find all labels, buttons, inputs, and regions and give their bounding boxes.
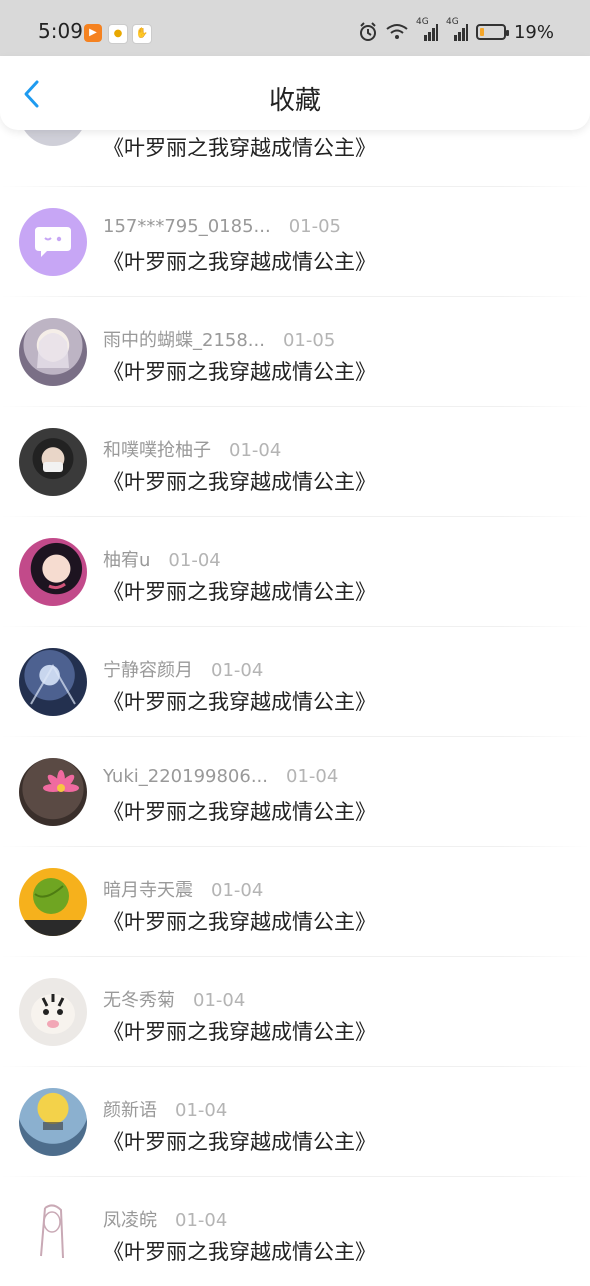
lotus-flower-avatar-icon [43, 770, 79, 792]
tennis-ball-avatar-icon [19, 878, 87, 936]
user-name-line: 宁静容颜月 01-04 [103, 656, 263, 682]
date: 01-04 [193, 990, 246, 1011]
network-type-label-1: 4G [415, 17, 429, 27]
novel-title: 《叶罗丽之我穿越成情公主》 [103, 1130, 376, 1154]
status-time: 5:09 [38, 19, 83, 43]
list-item[interactable]: 无冬秀菊 01-04 《叶罗丽之我穿越成情公主》 [0, 956, 590, 1066]
list-item[interactable]: Yuki_220199806... 01-04 《叶罗丽之我穿越成情公主》 [0, 736, 590, 846]
hot-air-balloon-avatar-icon [43, 1122, 63, 1130]
user-name[interactable]: 暗月寺天震 [103, 880, 193, 901]
hand-notification-icon: ✋ [132, 24, 152, 44]
user-name[interactable]: Yuki_220199806... [103, 766, 268, 787]
avatar [19, 208, 87, 276]
signal-2: 4G [446, 17, 468, 41]
avatar [19, 538, 87, 606]
signal-1: 4G [416, 17, 438, 41]
user-name[interactable]: 157***795_0185... [103, 216, 271, 237]
user-name-line: 157***795_0185... 01-05 [103, 216, 341, 237]
list-item[interactable]: 宁静容颜月 01-04 《叶罗丽之我穿越成情公主》 [0, 626, 590, 736]
avatar [19, 318, 87, 386]
battery-percent: 19% [513, 21, 554, 43]
user-name[interactable]: 无冬秀菊 [103, 990, 175, 1011]
user-name[interactable]: 雨中的蝴蝶_2158... [103, 330, 265, 351]
novel-title: 《叶罗丽之我穿越成情公主》 [103, 910, 376, 934]
avatar [19, 978, 87, 1046]
status-bar: 5:09 ▶ ● ✋ 4G 4G 19% [0, 0, 590, 56]
date: 01-05 [282, 330, 336, 351]
novel-title: 《叶罗丽之我穿越成情公主》 [103, 1240, 376, 1264]
video-app-notification-icon: ▶ [84, 24, 102, 42]
avatar [19, 1088, 87, 1156]
avatar [19, 428, 87, 496]
chat-bubble-icon [35, 227, 71, 257]
nav-bar: 收藏 [0, 56, 590, 130]
user-name-line: 无冬秀菊 01-04 [103, 986, 245, 1012]
date: 01-04 [175, 1210, 228, 1231]
page-title: 收藏 [268, 86, 321, 116]
novel-title: 《叶罗丽之我穿越成情公主》 [103, 1020, 376, 1044]
list-item[interactable]: 柚宥u 01-04 《叶罗丽之我穿越成情公主》 [0, 516, 590, 626]
user-name-line: 暗月寺天震 01-04 [103, 876, 263, 902]
user-name-line: 柚宥u 01-04 [103, 546, 221, 572]
user-name-line: 和噗噗抢柚子 01-04 [103, 436, 281, 462]
list-item[interactable]: 和噗噗抢柚子 01-04 《叶罗丽之我穿越成情公主》 [0, 406, 590, 516]
novel-title: 《叶罗丽之我穿越成情公主》 [103, 250, 376, 274]
list-item[interactable]: 凤凌皖 01-04 《叶罗丽之我穿越成情公主》 [0, 1176, 590, 1286]
person-photo-avatar-icon [48, 582, 66, 590]
anime-character-avatar-icon [30, 664, 76, 705]
avatar [19, 648, 87, 716]
list-item[interactable]: 157***795_0185... 01-05 《叶罗丽之我穿越成情公主》 [0, 186, 590, 296]
user-name[interactable]: 宁静容颜月 [103, 660, 193, 681]
novel-title: 《叶罗丽之我穿越成情公主》 [103, 470, 376, 494]
user-name-line: 颜新语 01-04 [103, 1096, 227, 1122]
date: 01-04 [211, 660, 264, 681]
network-type-label-2: 4G [445, 17, 459, 27]
anime-girl-avatar-icon [37, 333, 69, 368]
tiger-cub-avatar-icon [31, 994, 75, 1034]
date: 01-05 [288, 216, 341, 237]
date: 01-04 [168, 550, 221, 571]
date: 01-04 [286, 766, 339, 787]
person-photo-avatar-icon [43, 462, 63, 472]
list-item[interactable]: 暗月寺天震 01-04 《叶罗丽之我穿越成情公主》 [0, 846, 590, 956]
avatar [19, 1198, 87, 1266]
battery-icon [475, 24, 509, 40]
novel-title: 《叶罗丽之我穿越成情公主》 [103, 136, 376, 160]
date: 01-04 [229, 440, 282, 461]
battery-level [479, 28, 484, 36]
date: 01-04 [175, 1100, 228, 1121]
novel-title: 《叶罗丽之我穿越成情公主》 [103, 360, 376, 384]
app-notification-icon: ● [108, 24, 128, 44]
list-item[interactable]: 颜新语 01-04 《叶罗丽之我穿越成情公主》 [0, 1066, 590, 1176]
user-name-line: 凤凌皖 01-04 [103, 1206, 227, 1232]
user-name[interactable]: 凤凌皖 [103, 1210, 157, 1231]
alarm-icon [359, 22, 376, 41]
novel-title: 《叶罗丽之我穿越成情公主》 [103, 690, 376, 714]
wifi-icon [386, 24, 408, 39]
date: 01-04 [211, 880, 264, 901]
user-name-line: Yuki_220199806... 01-04 [103, 766, 338, 787]
user-name[interactable]: 和噗噗抢柚子 [103, 440, 211, 461]
user-name[interactable]: 柚宥u [103, 550, 150, 571]
user-name-line: 雨中的蝴蝶_2158... 01-05 [103, 326, 335, 352]
avatar [19, 868, 87, 936]
avatar [19, 758, 87, 826]
sketch-girl-avatar-icon [40, 1204, 64, 1259]
user-name[interactable]: 颜新语 [103, 1100, 157, 1121]
novel-title: 《叶罗丽之我穿越成情公主》 [103, 800, 376, 824]
novel-title: 《叶罗丽之我穿越成情公主》 [103, 580, 376, 604]
list-item[interactable]: 雨中的蝴蝶_2158... 01-05 《叶罗丽之我穿越成情公主》 [0, 296, 590, 406]
